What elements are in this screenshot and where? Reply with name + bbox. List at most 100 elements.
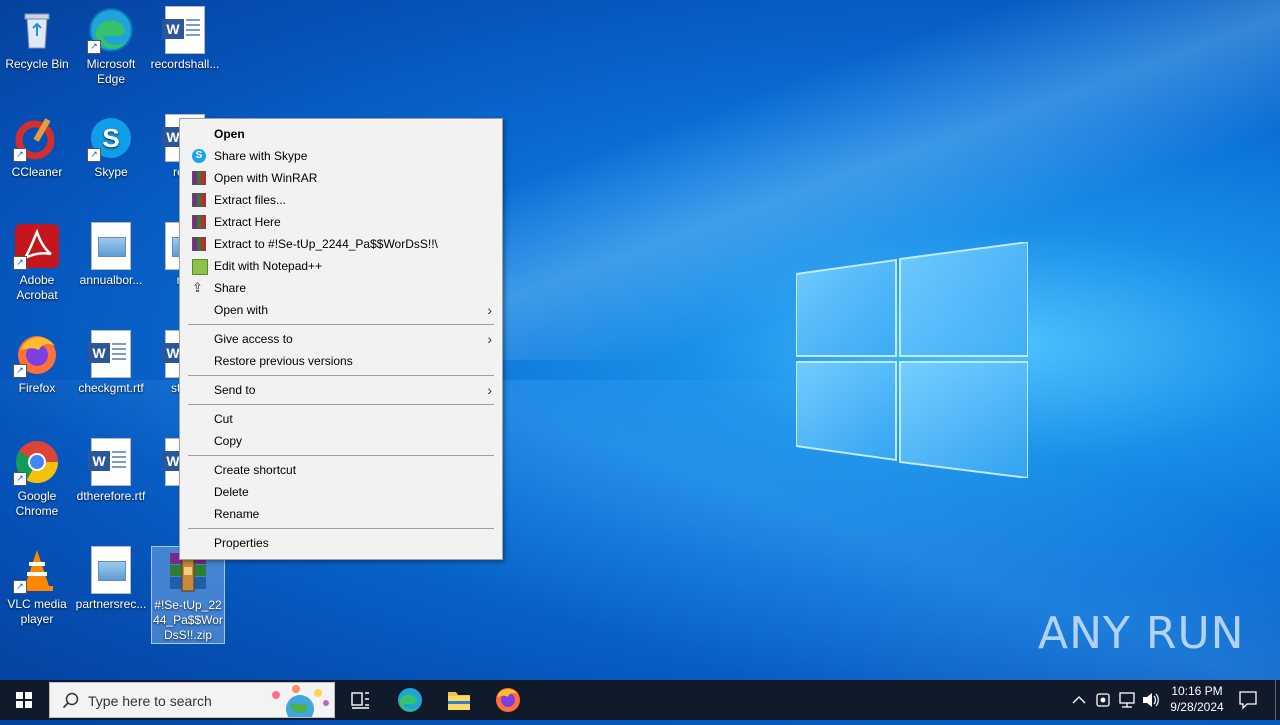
tray-network-button[interactable] xyxy=(1116,680,1138,720)
taskbar: Type here to search 10:16 PM 9/28/2024 xyxy=(0,680,1280,720)
desktop-icon-google-chrome[interactable]: ↗ Google Chrome xyxy=(1,438,73,519)
menu-item-label: Edit with Notepad++ xyxy=(214,259,323,273)
menu-item-create-shortcut[interactable]: Create shortcut xyxy=(182,459,500,481)
image-file-icon xyxy=(87,222,135,270)
menu-item-label: Extract Here xyxy=(214,215,281,229)
folder-icon xyxy=(448,692,470,710)
menu-item-send-to[interactable]: Send to › xyxy=(182,379,500,401)
share-icon: ⇪ xyxy=(192,280,203,295)
start-button[interactable] xyxy=(0,680,48,720)
taskbar-edge-button[interactable] xyxy=(386,680,434,720)
menu-item-give-access-to[interactable]: Give access to › xyxy=(182,328,500,350)
firefox-icon: ↗ xyxy=(13,330,61,378)
word-document-icon: W xyxy=(87,330,135,378)
menu-separator xyxy=(188,375,494,376)
taskbar-firefox-button[interactable] xyxy=(484,680,532,720)
winrar-icon xyxy=(192,237,206,251)
menu-item-share-with-skype[interactable]: S Share with Skype xyxy=(182,145,500,167)
action-center-button[interactable] xyxy=(1232,680,1264,720)
winrar-icon xyxy=(192,215,206,229)
shortcut-arrow-icon: ↗ xyxy=(13,364,27,378)
ccleaner-icon: ↗ xyxy=(13,114,61,162)
menu-item-open-with[interactable]: Open with › xyxy=(182,299,500,321)
tray-volume-button[interactable] xyxy=(1140,680,1162,720)
menu-item-label: Share xyxy=(214,281,247,295)
menu-item-label: Open with xyxy=(214,303,269,317)
desktop-icon-skype[interactable]: S ↗ Skype xyxy=(75,114,147,180)
desktop-icon-label: VLC media player xyxy=(7,597,67,626)
desktop-icon-vlc[interactable]: ↗ VLC media player xyxy=(1,546,73,627)
chevron-right-icon: › xyxy=(487,331,492,347)
menu-separator xyxy=(188,455,494,456)
desktop-icon-partnersrec[interactable]: partnersrec... xyxy=(75,546,147,612)
menu-separator xyxy=(188,324,494,325)
edge-icon xyxy=(398,688,422,712)
context-menu: Open S Share with Skype Open with WinRAR … xyxy=(179,118,503,560)
menu-item-extract-to-folder[interactable]: Extract to #!Se-tUp_2244_Pa$$WorDsS!!\ xyxy=(182,233,500,255)
search-highlight-globe-icon xyxy=(272,685,329,717)
desktop-icon-label: dtherefore.rtf xyxy=(76,489,146,503)
menu-item-cut[interactable]: Cut xyxy=(182,408,500,430)
desktop-icon-checkgmt[interactable]: W checkgmt.rtf xyxy=(75,330,147,396)
shortcut-arrow-icon: ↗ xyxy=(87,40,101,54)
menu-separator xyxy=(188,404,494,405)
desktop-icon-label: recordshall... xyxy=(150,57,220,71)
speaker-icon xyxy=(1143,693,1159,707)
desktop-icon-label: Recycle Bin xyxy=(5,57,69,71)
desktop-icon-recycle-bin[interactable]: Recycle Bin xyxy=(1,6,73,72)
menu-item-edit-with-notepad-plus-plus[interactable]: Edit with Notepad++ xyxy=(182,255,500,277)
word-document-icon: W xyxy=(161,6,209,54)
chevron-right-icon: › xyxy=(487,382,492,398)
taskbar-clock[interactable]: 10:16 PM 9/28/2024 xyxy=(1160,683,1234,715)
shortcut-arrow-icon: ↗ xyxy=(87,148,101,162)
chevron-up-icon xyxy=(1072,696,1086,704)
skype-icon: S ↗ xyxy=(87,114,135,162)
menu-item-extract-here[interactable]: Extract Here xyxy=(182,211,500,233)
chevron-right-icon: › xyxy=(487,302,492,318)
shortcut-arrow-icon: ↗ xyxy=(13,256,27,270)
menu-item-properties[interactable]: Properties xyxy=(182,532,500,554)
word-document-icon: W xyxy=(87,438,135,486)
show-desktop-button[interactable] xyxy=(1275,680,1276,720)
task-view-button[interactable] xyxy=(336,680,384,720)
menu-item-share[interactable]: ⇪ Share xyxy=(182,277,500,299)
menu-item-extract-files[interactable]: Extract files... xyxy=(182,189,500,211)
desktop-icon-label: annualbor... xyxy=(79,273,143,287)
menu-item-label: Restore previous versions xyxy=(214,354,353,368)
desktop-icon-label: CCleaner xyxy=(11,165,63,179)
menu-item-label: Open xyxy=(214,127,245,141)
desktop-icon-adobe-acrobat[interactable]: ↗ Adobe Acrobat xyxy=(1,222,73,303)
vlc-cone-icon: ↗ xyxy=(13,546,61,594)
desktop-icon-firefox[interactable]: ↗ Firefox xyxy=(1,330,73,396)
menu-item-restore-previous-versions[interactable]: Restore previous versions xyxy=(182,350,500,372)
desktop-icon-setup-zip[interactable]: #!Se-tUp_2244_Pa$$WorDsS!!.zip xyxy=(151,546,225,644)
desktop-icon-label: Firefox xyxy=(18,381,56,395)
menu-item-rename[interactable]: Rename xyxy=(182,503,500,525)
menu-item-open-with-winrar[interactable]: Open with WinRAR xyxy=(182,167,500,189)
anyrun-watermark: ANY RUN xyxy=(1038,608,1245,659)
winrar-icon xyxy=(192,171,206,185)
desktop-icon-label: partnersrec... xyxy=(75,597,147,611)
desktop-icon-microsoft-edge[interactable]: ↗ Microsoft Edge xyxy=(75,6,147,87)
shortcut-arrow-icon: ↗ xyxy=(13,148,27,162)
desktop-icon-recordshall[interactable]: W recordshall... xyxy=(149,6,221,72)
taskbar-file-explorer-button[interactable] xyxy=(435,680,483,720)
tray-device-button[interactable] xyxy=(1092,680,1114,720)
menu-item-label: Share with Skype xyxy=(214,149,308,163)
desktop-icon-label: Google Chrome xyxy=(15,489,59,518)
desktop-icon-dtherefore[interactable]: W dtherefore.rtf xyxy=(75,438,147,504)
recycle-bin-icon xyxy=(13,6,61,54)
menu-separator xyxy=(188,528,494,529)
show-hidden-icons-button[interactable] xyxy=(1068,680,1090,720)
menu-item-copy[interactable]: Copy xyxy=(182,430,500,452)
image-file-icon xyxy=(87,546,135,594)
desktop-icon-annualbor[interactable]: annualbor... xyxy=(75,222,147,288)
menu-item-delete[interactable]: Delete xyxy=(182,481,500,503)
menu-item-open[interactable]: Open xyxy=(182,123,500,145)
shortcut-arrow-icon: ↗ xyxy=(13,472,27,486)
desktop-icon-ccleaner[interactable]: ↗ CCleaner xyxy=(1,114,73,180)
menu-item-label: Send to xyxy=(214,383,256,397)
menu-item-label: Copy xyxy=(214,434,243,448)
taskbar-search-box[interactable]: Type here to search xyxy=(49,682,335,718)
winrar-icon xyxy=(192,193,206,207)
